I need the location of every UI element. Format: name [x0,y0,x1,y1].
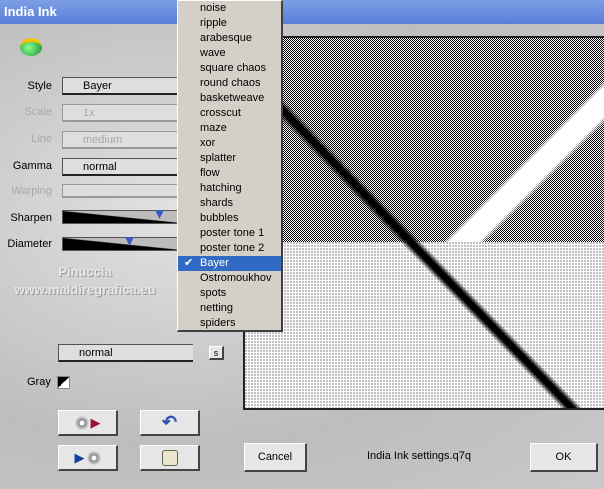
diameter-slider-thumb[interactable] [125,237,134,246]
menu-item-maze[interactable]: maze [178,121,281,136]
menu-item-label: shards [200,197,234,209]
title-bar: India Ink [0,0,604,24]
undo-icon: ↶ [161,412,178,432]
menu-item-label: spiders [200,317,236,329]
window-title: India Ink [4,4,57,19]
gamma-dropdown[interactable]: normal [62,158,182,176]
menu-item-spots[interactable]: spots [178,286,281,301]
menu-item-poster-tone-1[interactable]: poster tone 1 [178,226,281,241]
preview-diagonal [245,38,604,408]
menu-item-hatching[interactable]: hatching [178,181,281,196]
menu-item-label: splatter [200,152,237,164]
menu-item-round-chaos[interactable]: round chaos [178,76,281,91]
menu-item-label: crosscut [200,107,241,119]
scale-dropdown[interactable]: 1x [62,104,182,122]
menu-item-label: wave [200,47,226,59]
menu-item-bubbles[interactable]: bubbles [178,211,281,226]
line-dropdown[interactable]: medium [62,131,182,149]
gray-label: Gray [27,376,51,388]
menu-item-ripple[interactable]: ripple [178,16,281,31]
menu-item-label: maze [200,122,227,134]
scale-label: Scale [24,106,52,118]
style-label: Style [27,80,52,92]
menu-item-wave[interactable]: wave [178,46,281,61]
play-icon: ▶ [74,449,85,465]
menu-item-label: Ostromoukhov [200,272,272,284]
reset-button[interactable]: ↶ [140,410,200,436]
menu-item-label: xor [200,137,216,149]
menu-item-label: square chaos [200,62,267,74]
menu-item-netting[interactable]: netting [178,301,281,316]
menu-item-splatter[interactable]: splatter [178,151,281,166]
warping-label: Warping [11,185,52,197]
watermark-line1: Pinuccia [58,264,112,279]
play-icon: ▶ [90,414,101,430]
menu-item-label: flow [200,167,220,179]
menu-item-crosscut[interactable]: crosscut [178,106,281,121]
dice-icon [161,449,178,466]
diameter-label: Diameter [7,238,52,250]
sharpen-slider-thumb[interactable] [155,210,164,219]
menu-item-ostromoukhov[interactable]: Ostromoukhov [178,271,281,286]
menu-item-label: bubbles [200,212,239,224]
app-logo-icon [20,38,42,56]
disc-icon [74,415,89,430]
menu-item-label: ripple [200,17,227,29]
warping-field[interactable] [62,184,182,198]
blend-mode-dropdown[interactable]: normal [58,344,193,362]
menu-item-spiders[interactable]: spiders [178,316,281,331]
sharpen-label: Sharpen [10,212,52,224]
menu-item-label: arabesque [200,32,252,44]
style-dropdown[interactable]: Bayer [62,77,182,95]
menu-item-label: Bayer [200,257,229,269]
menu-item-label: netting [200,302,234,314]
check-icon: ✔ [184,257,194,269]
gray-swatch[interactable] [57,376,70,389]
menu-item-square-chaos[interactable]: square chaos [178,61,281,76]
randomize-button[interactable] [140,445,200,471]
menu-item-bayer[interactable]: ✔ Bayer [178,256,281,271]
menu-item-xor[interactable]: xor [178,136,281,151]
menu-item-flow[interactable]: flow [178,166,281,181]
cancel-button[interactable]: Cancel [244,443,307,472]
menu-item-shards[interactable]: shards [178,196,281,211]
menu-item-label: basketweave [200,92,265,104]
menu-item-basketweave[interactable]: basketweave [178,91,281,106]
disc-icon [86,450,101,465]
menu-item-label: poster tone 2 [200,242,265,254]
style-dropdown-menu: noise ripple arabesque wave square chaos roun… [177,0,283,332]
menu-item-label: noise [200,2,227,14]
preview-image[interactable] [243,36,604,410]
menu-item-label: hatching [200,182,242,194]
menu-item-label: poster tone 1 [200,227,265,239]
watermark: Pinuccia www.maldiregrafica.eu [0,263,170,299]
menu-item-label: round chaos [200,77,261,89]
gamma-label: Gamma [12,160,52,172]
menu-item-arabesque[interactable]: arabesque [178,31,281,46]
menu-item-poster-tone-2[interactable]: poster tone 2 [178,241,281,256]
diameter-slider[interactable] [62,237,182,251]
save-settings-button[interactable]: ▶ [58,445,118,471]
menu-item-label: spots [200,287,227,299]
watermark-line2: www.maldiregrafica.eu [14,282,156,297]
load-settings-button[interactable]: ▶ [58,410,118,436]
s-button[interactable]: s [209,346,224,360]
sharpen-slider[interactable] [62,210,182,224]
ok-button[interactable]: OK [530,443,598,472]
menu-item-noise[interactable]: noise [178,1,281,16]
line-label: Line [31,133,52,145]
settings-filename: India Ink settings.q7q [367,450,471,462]
